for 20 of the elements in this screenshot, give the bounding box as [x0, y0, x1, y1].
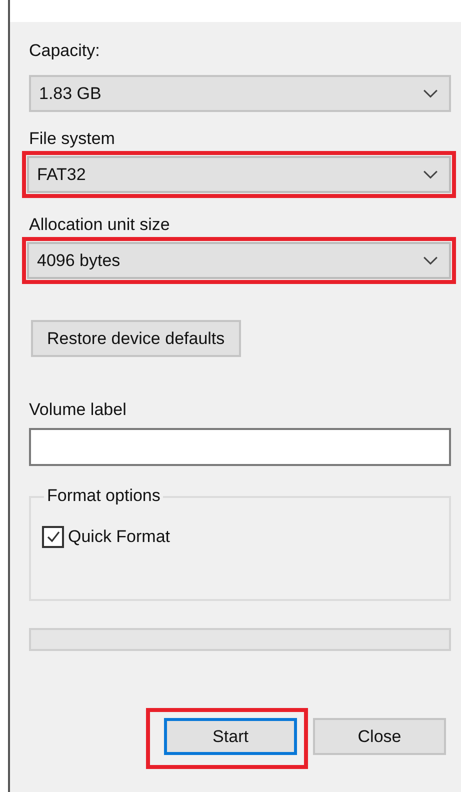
- field-label: File system: [29, 128, 115, 150]
- field-label: Capacity:: [29, 40, 100, 62]
- field-label: Volume label: [29, 399, 126, 421]
- field-label: Allocation unit size: [29, 214, 170, 236]
- start-button[interactable]: Start: [164, 718, 297, 755]
- chevron-down-icon: [423, 256, 438, 265]
- dropdown-value: 4096 bytes: [37, 250, 120, 272]
- close-button[interactable]: Close: [313, 718, 446, 755]
- checkbox-label[interactable]: Quick Format: [68, 526, 170, 548]
- dropdown-value: FAT32: [37, 164, 86, 186]
- check-icon: [45, 529, 61, 545]
- dropdown[interactable]: 4096 bytes: [27, 242, 451, 279]
- chevron-down-icon: [423, 89, 438, 98]
- dropdown-value: 1.83 GB: [39, 82, 102, 104]
- restore-defaults-button[interactable]: Restore device defaults: [31, 320, 241, 357]
- dropdown[interactable]: FAT32: [27, 156, 451, 193]
- dropdown[interactable]: 1.83 GB: [29, 75, 451, 112]
- volume-label-field[interactable]: [29, 428, 451, 466]
- checkbox[interactable]: [42, 526, 64, 548]
- chevron-down-icon: [423, 170, 438, 179]
